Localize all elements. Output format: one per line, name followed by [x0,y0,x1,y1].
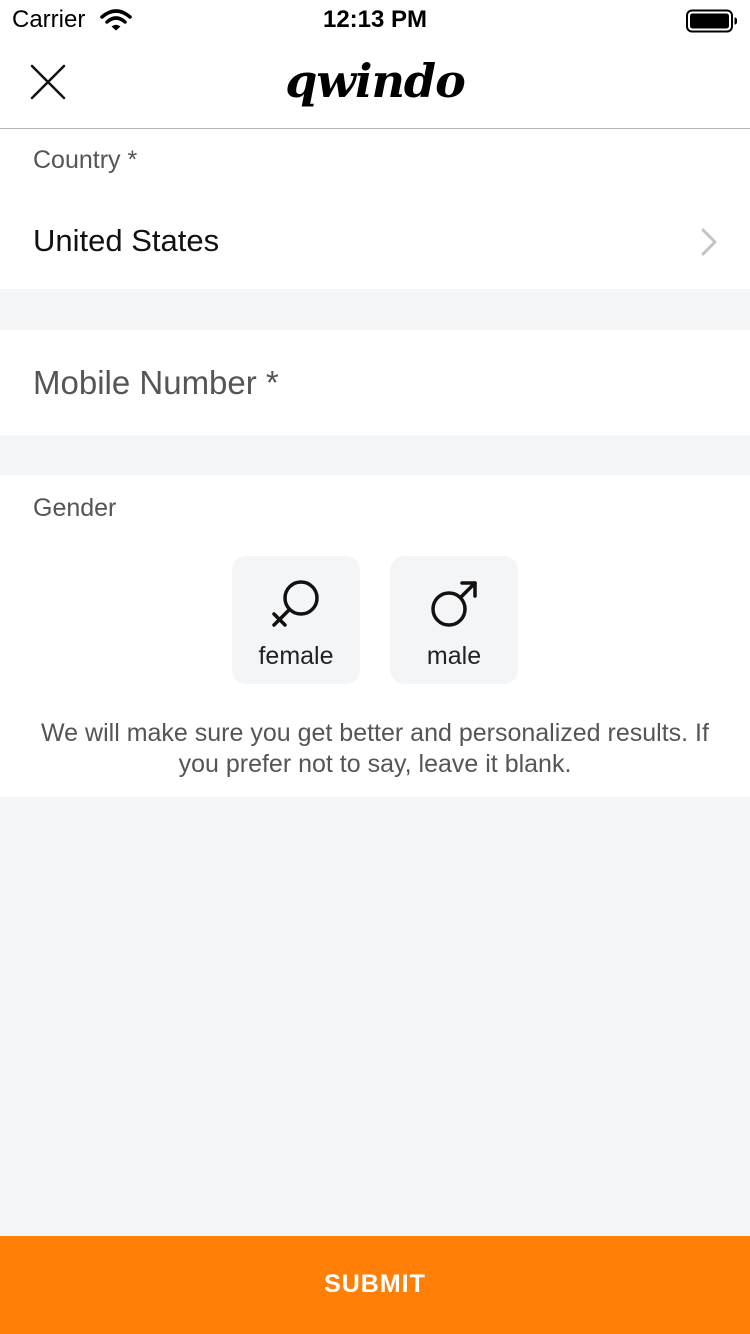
gender-section: Gender female male We will make sure you… [0,475,750,797]
country-label: Country * [33,146,138,174]
gender-label: Gender [33,494,117,522]
male-symbol-icon [390,576,518,637]
chevron-right-icon [700,227,718,262]
app-logo: qwindo [285,54,466,108]
status-bar: Carrier 12:13 PM [0,0,750,40]
male-button[interactable]: male [390,556,518,684]
navigation-bar: qwindo [0,40,750,129]
female-symbol-icon [232,576,360,637]
gender-note: We will make sure you get better and per… [41,719,709,778]
female-button[interactable]: female [232,556,360,684]
female-label: female [258,642,334,670]
mobile-number-placeholder: Mobile Number * [33,364,279,401]
male-label: male [426,642,482,670]
clock: 12:13 PM [322,6,428,33]
country-selector[interactable]: Country * United States [0,129,750,289]
mobile-number-field[interactable]: Mobile Number * [0,330,750,435]
country-value: United States [33,223,220,258]
submit-button[interactable]: SUBMIT [0,1236,750,1334]
submit-label: SUBMIT [324,1270,426,1298]
battery-icon [686,9,738,38]
